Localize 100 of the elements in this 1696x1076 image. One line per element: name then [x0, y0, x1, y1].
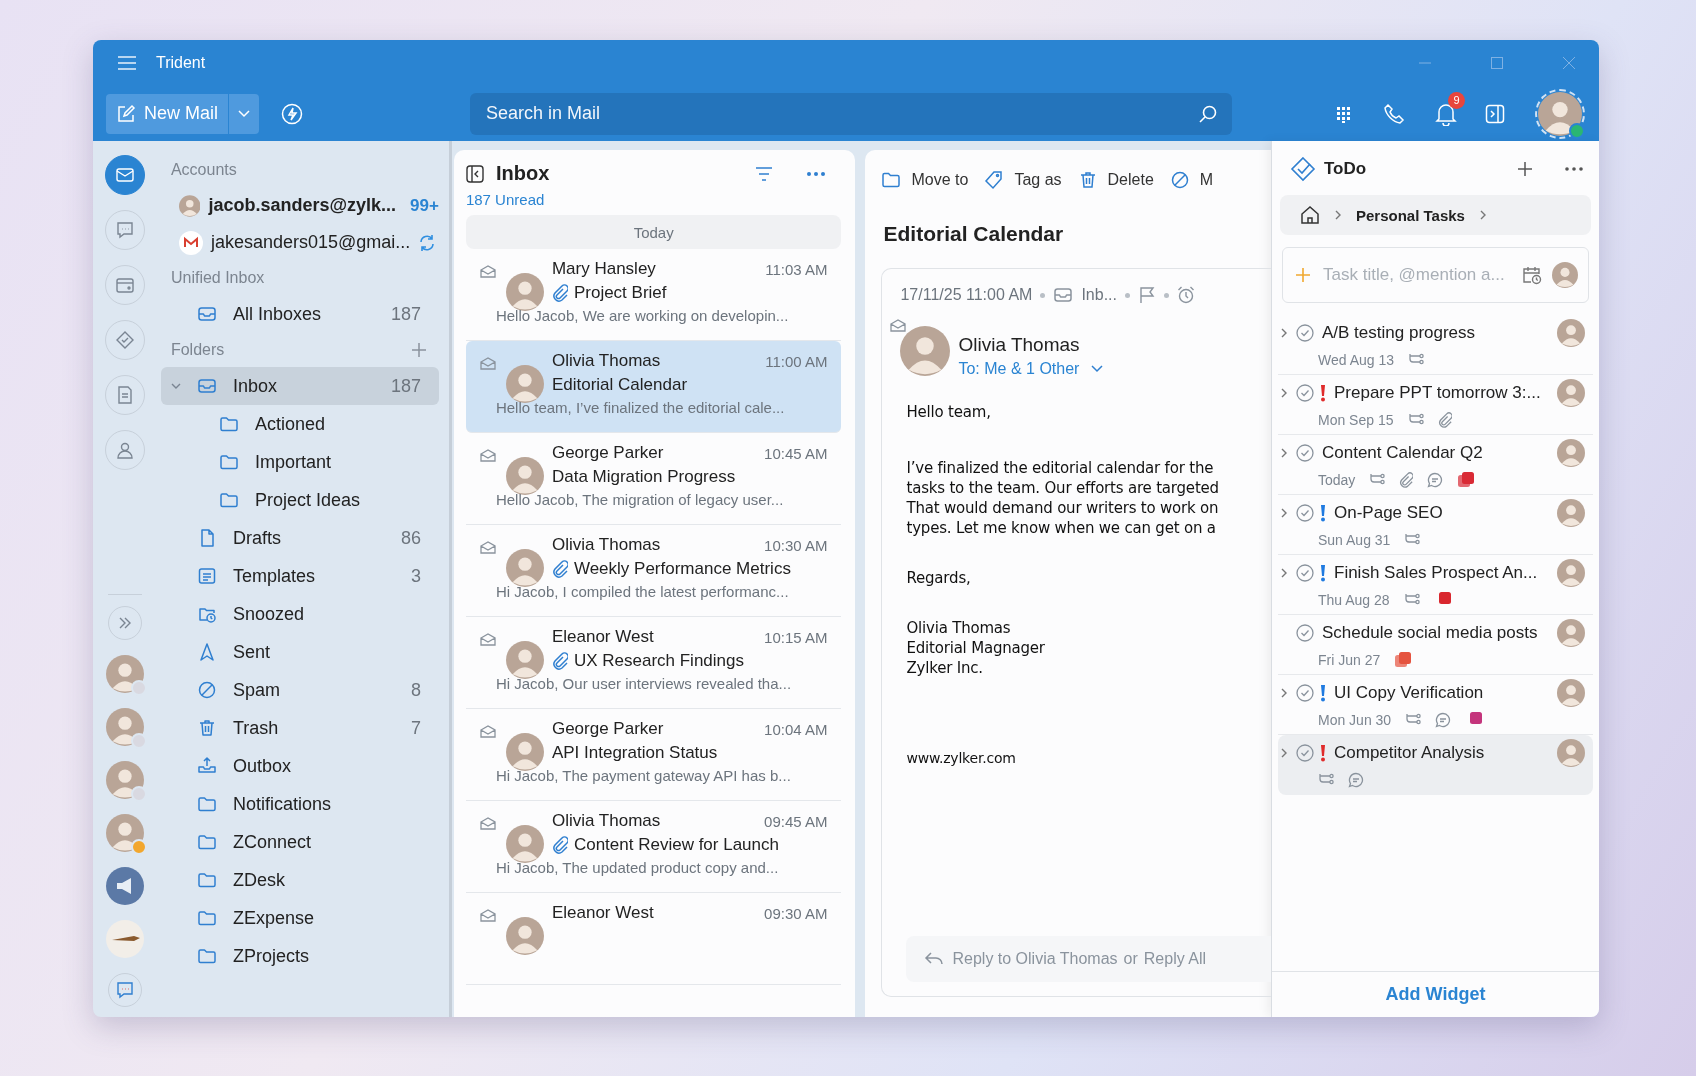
chevron-icon[interactable]: [1280, 448, 1288, 458]
mail-app-button[interactable]: [104, 155, 145, 195]
chevron-icon[interactable]: [170, 381, 181, 391]
folder-item[interactable]: Notifications: [160, 785, 439, 823]
folder-item[interactable]: All Inboxes 187: [160, 295, 439, 333]
filter-icon[interactable]: [755, 166, 774, 181]
recipients-link[interactable]: To: Me & 1 Other: [958, 360, 1104, 378]
account-email[interactable]: jacob.sanders@zylk...: [208, 195, 397, 216]
chevron-icon[interactable]: [1280, 508, 1288, 518]
chevron-icon[interactable]: [1280, 748, 1288, 758]
home-icon[interactable]: [1300, 205, 1320, 225]
collapse-panel-icon[interactable]: [465, 164, 484, 183]
lightning-icon[interactable]: [281, 102, 303, 125]
task-item[interactable]: Prepare PPT tomorrow 3:... Mon Sep 15: [1278, 375, 1593, 435]
task-input-box[interactable]: Task title, @mention a...: [1282, 247, 1589, 303]
tag-button[interactable]: Tag as: [984, 170, 1062, 190]
phone-icon[interactable]: [1383, 102, 1405, 125]
task-item[interactable]: A/B testing progress Wed Aug 13: [1278, 315, 1593, 375]
more-icon[interactable]: [1565, 167, 1583, 171]
megaphone-icon[interactable]: [105, 867, 144, 905]
task-input-field[interactable]: Task title, @mention a...: [1321, 264, 1512, 286]
chevron-icon[interactable]: [1280, 328, 1288, 338]
inbox-icon: [196, 304, 217, 324]
sender-name: Olivia Thomas: [551, 351, 661, 371]
task-item[interactable]: Content Calendar Q2 Today: [1278, 435, 1593, 495]
folder-item[interactable]: Trash 7: [160, 709, 439, 747]
caret-icon: [238, 109, 250, 118]
task-item[interactable]: On-Page SEO Sun Aug 31: [1278, 495, 1593, 555]
alarm-clock-icon[interactable]: [1177, 286, 1195, 304]
delete-button[interactable]: Delete: [1077, 170, 1154, 190]
pen-icon[interactable]: [105, 920, 144, 958]
new-mail-dropdown[interactable]: [229, 93, 259, 134]
spam-button[interactable]: M: [1169, 170, 1214, 190]
envelope-icon: [479, 725, 496, 738]
message-row[interactable]: Eleanor West 10:15 AM UX Research Findings Hi Jacob, Our user interviews revealed tha...: [465, 617, 842, 709]
message-row[interactable]: George Parker 10:45 AM Data Migration Progress Hello Jacob, The migration of legacy user...: [465, 433, 842, 525]
message-row[interactable]: Olivia Thomas 09:45 AM Content Review for Launch Hi Jacob, The updated product copy and...: [465, 801, 842, 893]
check-circle-icon[interactable]: [1296, 744, 1314, 762]
calendar-clock-icon[interactable]: [1522, 265, 1542, 285]
chat-icon: [114, 220, 135, 240]
menu-icon[interactable]: [118, 56, 136, 70]
chevron-icon[interactable]: [1280, 568, 1288, 578]
chevron-icon: [1478, 210, 1487, 220]
search-icon[interactable]: [1198, 103, 1218, 124]
move-button[interactable]: Move to: [881, 170, 969, 190]
check-circle-icon[interactable]: [1296, 564, 1314, 582]
task-title: Content Calendar Q2: [1322, 443, 1483, 463]
folder-item[interactable]: Sent: [160, 633, 439, 671]
flag-icon[interactable]: [1138, 286, 1156, 304]
chevron-icon[interactable]: [1280, 388, 1288, 398]
folder-item[interactable]: Important: [160, 443, 439, 481]
message-row[interactable]: Olivia Thomas 10:30 AM Weekly Performance Metrics Hi Jacob, I compiled the latest performanc...: [465, 525, 842, 617]
check-circle-icon[interactable]: [1296, 504, 1314, 522]
sender-name: Olivia Thomas: [551, 811, 661, 831]
folder-item[interactable]: Snoozed: [160, 595, 439, 633]
folder-item[interactable]: Project Ideas: [160, 481, 439, 519]
check-circle-icon[interactable]: [1296, 684, 1314, 702]
add-icon[interactable]: [410, 342, 427, 358]
message-row[interactable]: George Parker 10:04 AM API Integration Status Hi Jacob, The payment gateway API has b...: [465, 709, 842, 801]
more-icon[interactable]: [807, 171, 826, 176]
unread-count[interactable]: 187 Unread: [465, 191, 545, 208]
check-circle-icon[interactable]: [1296, 444, 1314, 462]
folder-item[interactable]: Templates 3: [160, 557, 439, 595]
task-item[interactable]: Competitor Analysis: [1278, 735, 1593, 795]
maximize-icon[interactable]: [1491, 57, 1503, 69]
message-subject: Weekly Performance Metrics: [573, 559, 791, 579]
account-email[interactable]: jakesanders015@gmai...: [210, 232, 411, 253]
side-panel-icon[interactable]: [1485, 103, 1505, 124]
check-circle-icon[interactable]: [1296, 624, 1314, 642]
folder-item[interactable]: Outbox: [160, 747, 439, 785]
add-widget-button[interactable]: Add Widget: [1379, 983, 1492, 1006]
avatar-icon: [1557, 439, 1585, 467]
task-item[interactable]: Schedule social media posts Fri Jun 27: [1278, 615, 1593, 675]
search-box[interactable]: Search in Mail: [470, 92, 1232, 135]
folder-item[interactable]: Inbox 187: [160, 367, 439, 405]
app-grid-icon[interactable]: [1335, 104, 1353, 123]
search-field[interactable]: Search in Mail: [484, 102, 1198, 125]
folder-item[interactable]: ZProjects: [160, 937, 439, 975]
folder-item[interactable]: Actioned: [160, 405, 439, 443]
message-row[interactable]: Olivia Thomas 11:00 AM Editorial Calendar Hello team, I’ve finalized the editorial cale...: [465, 341, 842, 433]
chevron-icon[interactable]: [1280, 688, 1288, 698]
sender-name: George Parker: [551, 719, 664, 739]
folder-icon: [196, 794, 217, 814]
check-circle-icon[interactable]: [1296, 324, 1314, 342]
folder-item[interactable]: ZDesk: [160, 861, 439, 899]
close-icon[interactable]: [1563, 57, 1575, 69]
message-row[interactable]: Eleanor West 09:30 AM: [465, 893, 842, 985]
breadcrumb-item[interactable]: Personal Tasks: [1356, 206, 1465, 224]
folder-item[interactable]: ZExpense: [160, 899, 439, 937]
folder-item[interactable]: Spam 8: [160, 671, 439, 709]
add-icon[interactable]: [1517, 161, 1533, 177]
task-item[interactable]: Finish Sales Prospect An... Thu Aug 28: [1278, 555, 1593, 615]
check-circle-icon[interactable]: [1296, 384, 1314, 402]
inbox-icon: [1053, 285, 1074, 305]
folder-item[interactable]: ZConnect: [160, 823, 439, 861]
folder-item[interactable]: Drafts 86: [160, 519, 439, 557]
task-title: Competitor Analysis: [1334, 743, 1485, 763]
tag-icon: [984, 170, 1005, 190]
email-folder[interactable]: Inb...: [1081, 286, 1117, 304]
sender-name: George Parker: [551, 443, 664, 463]
